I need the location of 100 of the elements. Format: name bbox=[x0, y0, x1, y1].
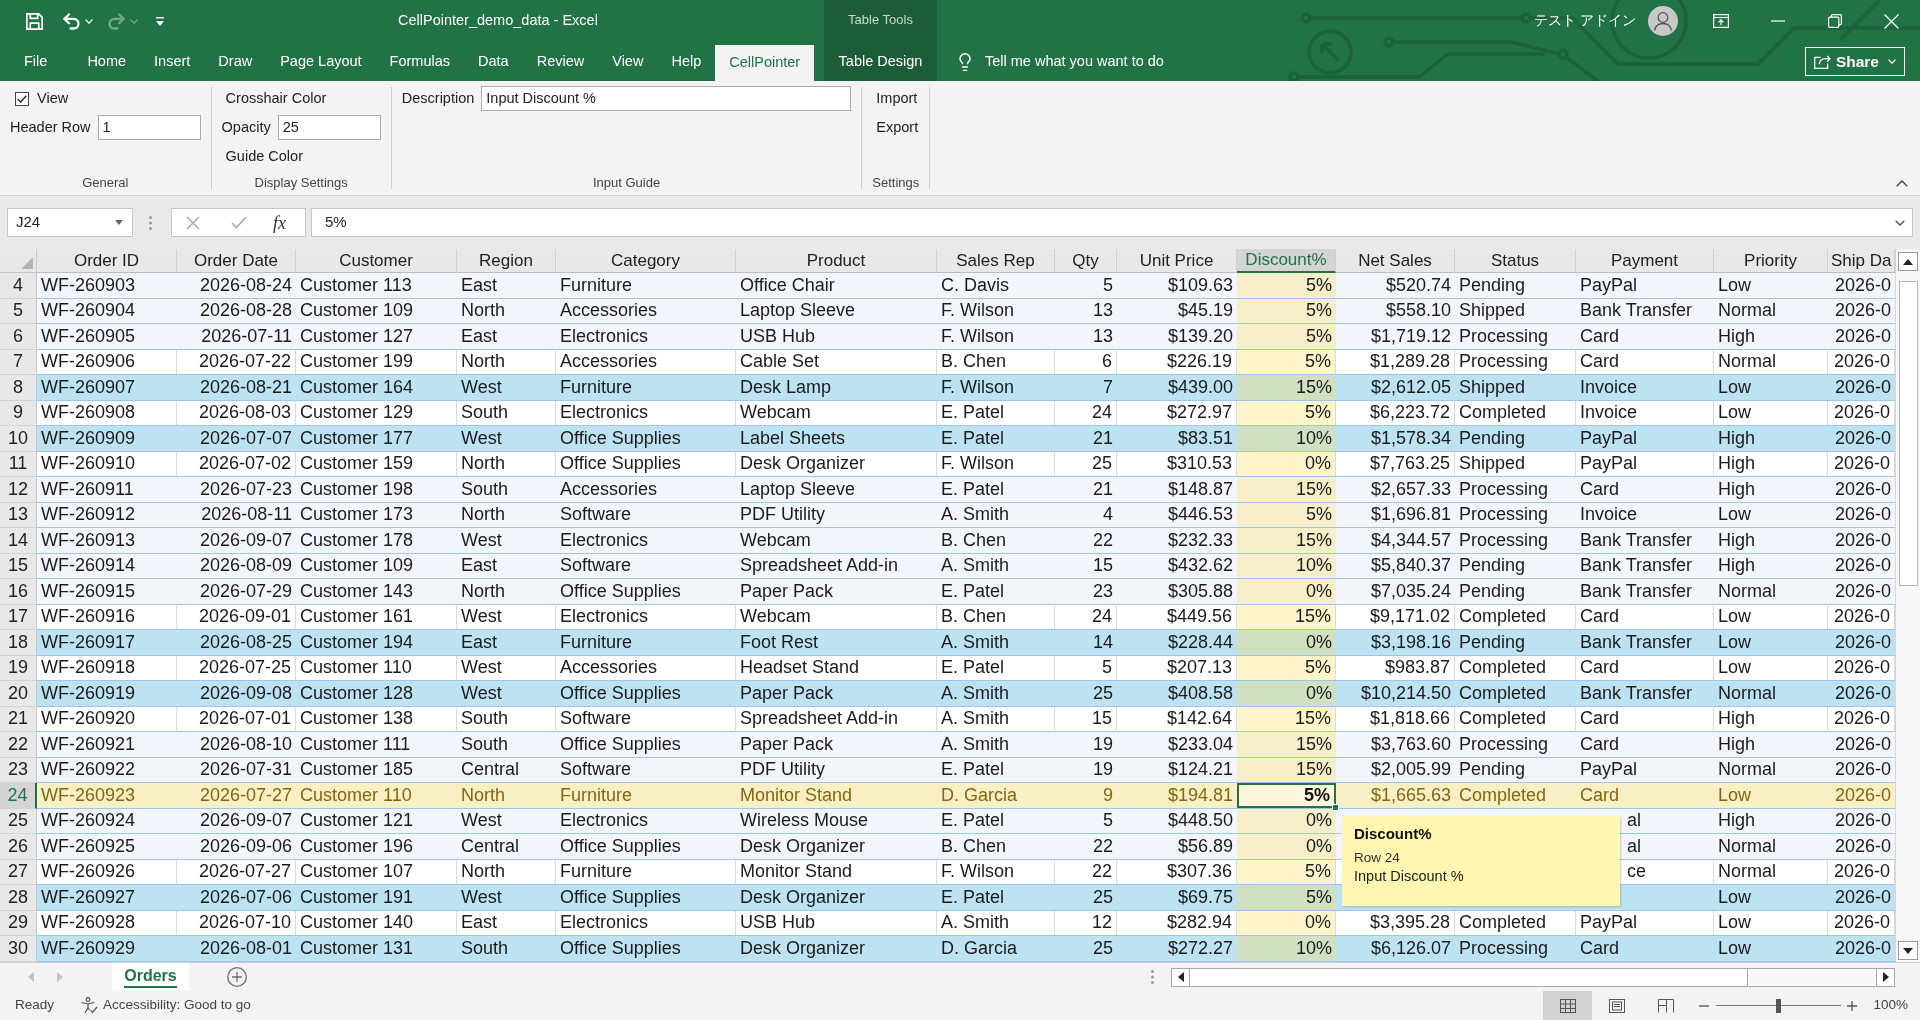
checkbox-label[interactable]: View bbox=[37, 87, 69, 110]
tell-me-search-field[interactable]: Tell me what you want to do bbox=[955, 42, 1164, 81]
undo-icon[interactable] bbox=[61, 10, 82, 32]
ribbon-tab[interactable]: Formulas bbox=[375, 42, 465, 81]
row-number[interactable]: 27 bbox=[0, 859, 37, 885]
scroll-up-button[interactable] bbox=[1898, 252, 1918, 271]
column-header[interactable]: Order Date bbox=[177, 249, 296, 273]
row-number[interactable]: 15 bbox=[0, 553, 37, 579]
grip-dots-icon[interactable] bbox=[1151, 970, 1154, 984]
view-button[interactable] bbox=[1543, 991, 1593, 1020]
row-number[interactable]: 18 bbox=[0, 630, 37, 656]
user-avatar-icon[interactable] bbox=[1648, 6, 1678, 36]
row-number[interactable]: 25 bbox=[0, 808, 37, 834]
ribbon-button[interactable]: Guide Color bbox=[225, 145, 303, 168]
row-number[interactable]: 30 bbox=[0, 936, 37, 962]
column-header[interactable]: Ship Da bbox=[1828, 249, 1895, 273]
sheet-tab[interactable]: Orders bbox=[112, 963, 189, 991]
ribbon-tab[interactable]: CellPointer bbox=[715, 45, 815, 81]
column-header[interactable]: Region bbox=[457, 249, 556, 273]
user-name[interactable]: テスト アドイン bbox=[1534, 10, 1636, 32]
row-number[interactable]: 10 bbox=[0, 426, 37, 452]
checkmark-icon[interactable] bbox=[231, 216, 247, 229]
row-number[interactable]: 11 bbox=[0, 451, 37, 477]
scroll-right-button[interactable] bbox=[1876, 968, 1894, 986]
ribbon-tab[interactable]: Insert bbox=[140, 42, 205, 81]
ribbon-tab[interactable]: View bbox=[598, 42, 658, 81]
row-number[interactable]: 21 bbox=[0, 706, 37, 732]
ribbon-display-options-icon[interactable] bbox=[1712, 14, 1729, 28]
row-number[interactable]: 7 bbox=[0, 349, 37, 375]
column-header[interactable]: Product bbox=[736, 249, 937, 273]
row-number[interactable]: 26 bbox=[0, 834, 37, 860]
row-number[interactable]: 28 bbox=[0, 885, 37, 911]
row-number[interactable]: 13 bbox=[0, 502, 37, 528]
row-number[interactable]: 9 bbox=[0, 400, 37, 426]
column-header[interactable]: Order ID bbox=[37, 249, 177, 273]
row-number[interactable]: 17 bbox=[0, 604, 37, 630]
column-header[interactable]: Status bbox=[1455, 249, 1576, 273]
zoom-slider-track[interactable] bbox=[1716, 998, 1842, 1013]
zoom-slider-thumb[interactable] bbox=[1776, 998, 1782, 1013]
row-number[interactable]: 16 bbox=[0, 579, 37, 605]
ribbon-tab[interactable]: File bbox=[10, 42, 62, 81]
accessibility-button[interactable]: Accessibility: Good to go bbox=[80, 995, 251, 1016]
ribbon-tab[interactable]: Draw bbox=[204, 42, 267, 81]
text-field[interactable]: 25 bbox=[277, 115, 381, 140]
row-number[interactable]: 29 bbox=[0, 910, 37, 936]
ribbon-button[interactable]: Crosshair Color bbox=[225, 87, 327, 110]
name-box[interactable]: J24 bbox=[7, 208, 133, 237]
column-header[interactable]: Qty bbox=[1055, 249, 1117, 273]
restore-icon[interactable] bbox=[1827, 14, 1842, 28]
column-header[interactable]: Sales Rep bbox=[937, 249, 1055, 273]
zoom-level[interactable]: 100% bbox=[1873, 995, 1908, 1016]
expand-chevron-icon[interactable] bbox=[1895, 219, 1905, 226]
row-number[interactable]: 5 bbox=[0, 298, 37, 324]
ribbon-tab[interactable]: Review bbox=[522, 42, 599, 81]
zoom-out-icon[interactable] bbox=[1699, 1004, 1710, 1007]
dropdown-caret-icon[interactable] bbox=[115, 220, 123, 225]
column-header[interactable]: Payment bbox=[1576, 249, 1714, 273]
save-icon[interactable] bbox=[26, 12, 43, 30]
row-number[interactable]: 6 bbox=[0, 324, 37, 350]
scroll-thumb[interactable] bbox=[1190, 968, 1748, 986]
grip-dots-icon[interactable] bbox=[149, 215, 152, 230]
text-field[interactable]: 1 bbox=[97, 115, 201, 140]
ribbon-tab[interactable]: Data bbox=[464, 42, 523, 81]
text-field[interactable]: Input Discount % bbox=[481, 86, 852, 111]
row-number[interactable]: 14 bbox=[0, 528, 37, 554]
insert-function-button[interactable]: fx bbox=[273, 213, 286, 232]
row-number[interactable]: 4 bbox=[0, 273, 37, 299]
ribbon-button[interactable]: Export bbox=[876, 116, 919, 139]
row-number[interactable]: 8 bbox=[0, 375, 37, 401]
share-button[interactable]: Share bbox=[1804, 47, 1905, 76]
row-number[interactable]: 22 bbox=[0, 732, 37, 758]
row-number[interactable]: 23 bbox=[0, 757, 37, 783]
row-number[interactable]: 24 bbox=[0, 783, 37, 809]
row-number[interactable]: 20 bbox=[0, 681, 37, 707]
ribbon-tab[interactable]: Help bbox=[657, 42, 716, 81]
column-header[interactable]: Customer bbox=[296, 249, 457, 273]
minimize-icon[interactable] bbox=[1770, 20, 1785, 22]
active-cell[interactable]: 5% bbox=[1237, 783, 1336, 808]
checkbox[interactable] bbox=[15, 91, 29, 106]
scroll-down-button[interactable] bbox=[1898, 941, 1918, 960]
close-icon[interactable] bbox=[1884, 13, 1899, 29]
column-header[interactable]: Unit Price bbox=[1117, 249, 1237, 273]
scroll-left-button[interactable] bbox=[1172, 968, 1190, 986]
ribbon-tab[interactable]: Table Design bbox=[824, 42, 937, 81]
customize-toolbar-icon[interactable] bbox=[155, 16, 165, 26]
scroll-thumb[interactable] bbox=[1898, 281, 1918, 586]
column-header[interactable]: Discount% bbox=[1237, 249, 1336, 273]
fill-handle[interactable] bbox=[1332, 803, 1339, 811]
column-header[interactable]: Net Sales bbox=[1336, 249, 1455, 273]
collapse-ribbon-icon[interactable] bbox=[1896, 180, 1908, 187]
column-header[interactable]: Category bbox=[556, 249, 736, 273]
row-number[interactable]: 19 bbox=[0, 655, 37, 681]
row-number[interactable]: 12 bbox=[0, 477, 37, 503]
column-header[interactable]: Priority bbox=[1714, 249, 1828, 273]
ribbon-button[interactable]: Import bbox=[876, 87, 918, 110]
ribbon-tab[interactable]: Home bbox=[73, 42, 141, 81]
add-sheet-icon[interactable] bbox=[227, 967, 247, 987]
zoom-in-icon[interactable] bbox=[1847, 1000, 1858, 1011]
formula-field[interactable]: 5% bbox=[311, 208, 1913, 237]
ribbon-tab[interactable]: Page Layout bbox=[266, 42, 376, 81]
